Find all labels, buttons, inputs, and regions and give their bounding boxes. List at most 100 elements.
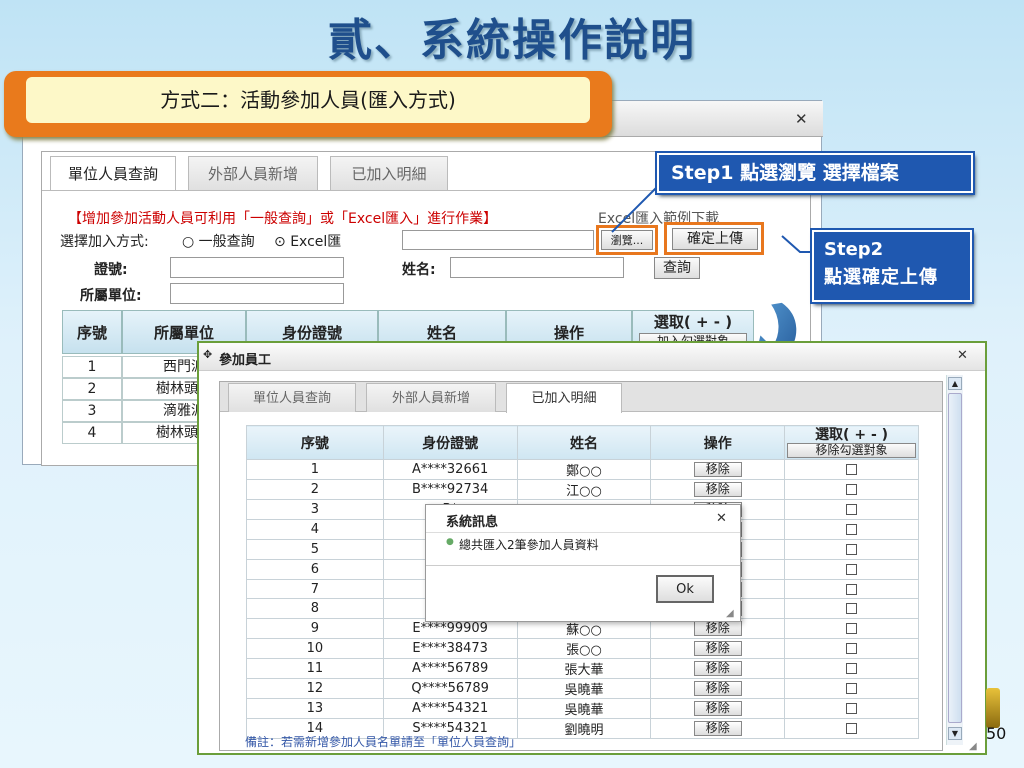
- step2-title: Step2: [824, 239, 884, 260]
- select-checkbox[interactable]: [846, 723, 858, 735]
- message-text: 總共匯入2筆參加人員資料: [459, 538, 599, 552]
- row-id: A****54321: [382, 698, 518, 720]
- step1-callout: Step1 點選瀏覽 選擇檔案: [657, 153, 973, 193]
- row-id: A****32661: [382, 459, 518, 480]
- participants-dialog-header: ✥ 參加員工 ✕: [199, 343, 985, 371]
- step2-callout: Step2 點選確定上傳: [812, 230, 972, 302]
- row-select: [784, 718, 919, 740]
- row-id: E****38473: [382, 638, 518, 660]
- row-no: 8: [246, 598, 384, 620]
- table-row: 2 B****92734 江○○ 移除: [246, 479, 919, 500]
- remove-button[interactable]: 移除: [693, 621, 742, 637]
- select-checkbox[interactable]: [846, 503, 858, 515]
- scroll-thumb[interactable]: [948, 393, 962, 723]
- row-action: 移除: [650, 638, 786, 660]
- select-checkbox[interactable]: [846, 583, 858, 595]
- select-checkbox[interactable]: [846, 663, 858, 675]
- page-number: 50: [986, 724, 1007, 743]
- row-no: 9: [246, 618, 384, 640]
- tab-unit-query[interactable]: 單位人員查詢: [228, 383, 356, 412]
- tab-added-detail[interactable]: 已加入明細: [506, 383, 622, 413]
- row-select: [784, 558, 919, 580]
- row-select: [784, 658, 919, 680]
- row-no: 11: [246, 658, 384, 680]
- select-header-label: 選取( + - ): [815, 426, 889, 443]
- close-icon[interactable]: ✕: [716, 511, 727, 526]
- col-header-action: 操作: [650, 425, 786, 460]
- select-checkbox[interactable]: [846, 563, 858, 575]
- remove-button[interactable]: 移除: [693, 641, 742, 657]
- select-checkbox[interactable]: [846, 543, 858, 555]
- remove-button[interactable]: 移除: [693, 701, 742, 717]
- row-no: 1: [246, 459, 384, 480]
- row-no: 2: [246, 479, 384, 500]
- participants-dialog-title: 參加員工: [219, 353, 272, 368]
- message-title: 系統訊息: [446, 515, 499, 530]
- scroll-down-icon[interactable]: ▼: [948, 727, 962, 740]
- select-checkbox[interactable]: [846, 464, 858, 475]
- remove-button[interactable]: 移除: [693, 482, 742, 497]
- ok-button[interactable]: Ok: [656, 575, 714, 603]
- select-checkbox[interactable]: [846, 523, 858, 535]
- row-action: 移除: [650, 718, 786, 740]
- row-action: 移除: [650, 698, 786, 720]
- col-header-no: 序號: [246, 425, 384, 460]
- step2-text: 點選確定上傳: [824, 267, 938, 288]
- row-select: [784, 578, 919, 600]
- row-name: 吳曉華: [516, 678, 652, 700]
- row-no: 13: [246, 698, 384, 720]
- row-id: Q****56789: [382, 678, 518, 700]
- message-divider: [426, 565, 740, 566]
- row-action: 移除: [650, 459, 786, 480]
- table-row: 10 E****38473 張○○ 移除: [246, 638, 919, 660]
- row-select: [784, 499, 919, 520]
- close-icon[interactable]: ✕: [957, 348, 968, 363]
- row-select: [784, 698, 919, 720]
- row-select: [784, 459, 919, 480]
- row-no: 5: [246, 538, 384, 560]
- resize-grip-icon[interactable]: ◢: [969, 741, 977, 752]
- row-name: 江○○: [516, 479, 652, 500]
- select-checkbox[interactable]: [846, 683, 858, 695]
- system-message-dialog: 系統訊息 ✕ ● 總共匯入2筆參加人員資料 Ok ◢: [425, 504, 741, 622]
- table-row: 1 A****32661 鄭○○ 移除: [246, 459, 919, 480]
- row-no: 10: [246, 638, 384, 660]
- row-name: 張大華: [516, 658, 652, 680]
- remove-button[interactable]: 移除: [693, 661, 742, 677]
- move-icon[interactable]: ✥: [203, 348, 212, 361]
- remove-button[interactable]: 移除: [693, 462, 742, 477]
- col-header-select: 選取( + - ) 移除勾選對象: [784, 425, 919, 460]
- scrollbar[interactable]: ▲ ▼: [946, 375, 963, 745]
- row-action: 移除: [650, 678, 786, 700]
- col-header-name: 姓名: [516, 425, 652, 460]
- row-no: 7: [246, 578, 384, 600]
- decor-ornament: [986, 688, 1000, 728]
- tab-external-add[interactable]: 外部人員新增: [366, 383, 496, 412]
- row-id: A****56789: [382, 658, 518, 680]
- scroll-up-icon[interactable]: ▲: [948, 377, 962, 390]
- row-action: 移除: [650, 658, 786, 680]
- remove-button[interactable]: 移除: [693, 721, 742, 737]
- row-select: [784, 538, 919, 560]
- row-name: 吳曉華: [516, 698, 652, 720]
- select-checkbox[interactable]: [846, 643, 858, 655]
- row-select: [784, 518, 919, 540]
- select-checkbox[interactable]: [846, 603, 858, 615]
- row-action: 移除: [650, 479, 786, 500]
- footer-note: 備註：若需新增參加人員名單請至「單位人員查詢」: [245, 736, 522, 748]
- select-checkbox[interactable]: [846, 623, 858, 635]
- select-checkbox[interactable]: [846, 703, 858, 715]
- remove-selected-button[interactable]: 移除勾選對象: [787, 442, 916, 458]
- table-header-row: 序號 身份證號 姓名 操作 選取( + - ) 移除勾選對象: [246, 425, 919, 460]
- row-select: [784, 479, 919, 500]
- select-checkbox[interactable]: [846, 484, 858, 495]
- step2-connector: [781, 235, 812, 253]
- table-row: 11 A****56789 張大華 移除: [246, 658, 919, 680]
- row-name: 鄭○○: [516, 459, 652, 480]
- col-header-id: 身份證號: [382, 425, 518, 460]
- row-select: [784, 618, 919, 640]
- table-row: 13 A****54321 吳曉華 移除: [246, 698, 919, 720]
- resize-grip-icon[interactable]: ◢: [726, 608, 734, 619]
- remove-button[interactable]: 移除: [693, 681, 742, 697]
- row-no: 3: [246, 499, 384, 520]
